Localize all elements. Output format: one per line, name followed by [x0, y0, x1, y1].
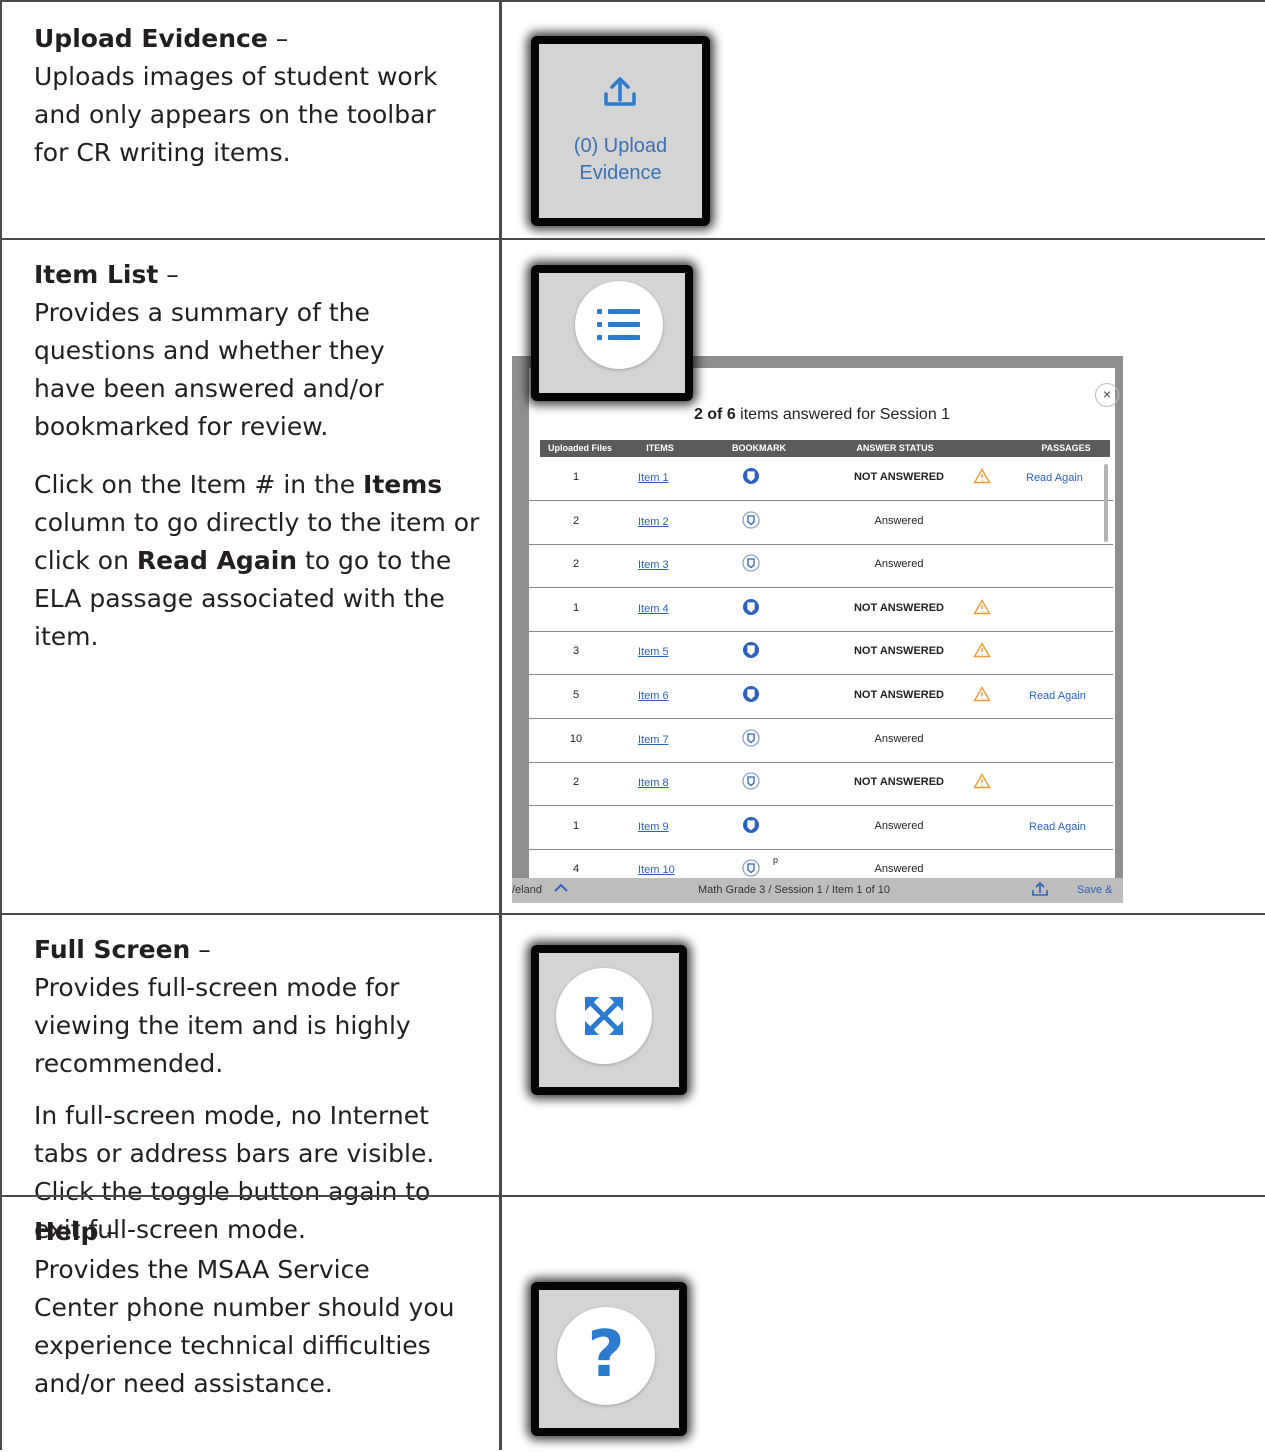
- scrollbar[interactable]: [1104, 464, 1108, 542]
- item-list-button-image: [531, 265, 693, 401]
- bookmark-icon[interactable]: [742, 728, 760, 747]
- list-icon: [597, 309, 640, 340]
- header-uploaded-files: Uploaded Files: [547, 443, 612, 453]
- read-again-link[interactable]: Read Again: [1029, 821, 1086, 833]
- header-passages: PASSAGES: [1041, 443, 1091, 453]
- answered-summary: 2 of 6 items answered for Session 1: [693, 406, 951, 423]
- table-row: 3 Item 5 NOT ANSWERED: [529, 631, 1113, 676]
- answer-status: Answered: [874, 863, 924, 876]
- warning-icon: [973, 468, 991, 484]
- row-title: Upload Evidence: [34, 24, 268, 53]
- table-row: 1 Item 9 Answered Read Again: [529, 806, 1113, 850]
- uploaded-files-count: 10: [569, 732, 583, 745]
- answer-status: Answered: [874, 558, 924, 571]
- warning-icon: [973, 642, 991, 658]
- answer-status: NOT ANSWERED: [853, 601, 945, 614]
- save-button[interactable]: Save &: [1077, 884, 1112, 896]
- row-title: Item List: [34, 260, 159, 289]
- upload-label-count: (0) Upload: [573, 135, 668, 157]
- answer-status: Answered: [874, 514, 924, 527]
- table-row: 2 Item 3 Answered: [529, 544, 1113, 589]
- header-bookmark: BOOKMARK: [732, 443, 786, 453]
- item-link[interactable]: Item 4: [638, 603, 669, 615]
- upload-icon[interactable]: [1031, 881, 1049, 897]
- table-row-help: Help – Provides the MSAA Service Center …: [0, 1195, 1265, 1452]
- bookmark-icon[interactable]: [742, 598, 760, 616]
- help-button-image: ?: [531, 1282, 687, 1436]
- warning-icon: [973, 598, 991, 614]
- help-description: Help – Provides the MSAA Service Center …: [34, 1217, 455, 1398]
- answer-status: NOT ANSWERED: [853, 471, 945, 483]
- uploaded-files-count: 1: [572, 471, 580, 483]
- read-again-link[interactable]: Read Again: [1029, 690, 1086, 702]
- item-list-description: Item List – Provides a summary of the qu…: [34, 260, 480, 651]
- table-row-upload-evidence: Upload Evidence – Uploads images of stud…: [0, 0, 1265, 240]
- bookmark-icon[interactable]: [742, 467, 760, 485]
- answer-status: Answered: [874, 819, 924, 832]
- bookmark-icon[interactable]: [742, 554, 760, 572]
- close-button[interactable]: ×: [1095, 383, 1119, 407]
- header-items: ITEMS: [646, 443, 674, 453]
- warning-icon: [973, 773, 991, 789]
- floating-letter: p: [773, 855, 779, 865]
- bookmark-icon[interactable]: [742, 641, 760, 659]
- upload-evidence-button-image: (0) Upload Evidence: [531, 36, 710, 226]
- item-link[interactable]: Item 10: [638, 864, 675, 876]
- bookmark-icon[interactable]: [742, 510, 760, 529]
- item-table-header: Uploaded Files ITEMS BOOKMARK ANSWER STA…: [540, 440, 1110, 457]
- chevron-up-icon[interactable]: [552, 880, 570, 896]
- upload-icon: [604, 77, 636, 106]
- test-footer-bar: /eland Math Grade 3 / Session 1 / Item 1…: [512, 878, 1123, 903]
- table-row: 1 Item 1 NOT ANSWERED Read Again: [529, 457, 1113, 501]
- uploaded-files-count: 4: [572, 863, 580, 876]
- header-answer-status: ANSWER STATUS: [856, 443, 934, 453]
- read-again-link[interactable]: Read Again: [1026, 472, 1083, 484]
- item-link[interactable]: Item 9: [638, 821, 669, 833]
- answer-status: NOT ANSWERED: [853, 689, 945, 701]
- uploaded-files-count: 2: [572, 514, 580, 527]
- item-link[interactable]: Item 1: [638, 472, 669, 484]
- answer-status: NOT ANSWERED: [853, 645, 945, 658]
- bookmark-icon[interactable]: [742, 772, 760, 790]
- table-row: 2 Item 2 Answered: [529, 501, 1113, 545]
- table-row: 1 Item 4 NOT ANSWERED: [529, 588, 1113, 632]
- uploaded-files-count: 5: [572, 689, 580, 701]
- item-link[interactable]: Item 2: [638, 516, 669, 528]
- table-row: 10 Item 7 Answered: [529, 719, 1113, 763]
- answer-status: Answered: [874, 732, 924, 745]
- item-list-popup: × 2 of 6 items answered for Session 1 Up…: [529, 368, 1119, 894]
- uploaded-files-count: 2: [572, 558, 580, 571]
- warning-icon: [973, 686, 991, 702]
- help-circle: ?: [557, 1307, 655, 1405]
- uploaded-files-count: 1: [572, 601, 580, 614]
- item-link[interactable]: Item 8: [638, 777, 669, 789]
- table-row: 5 Item 6 NOT ANSWERED Read Again: [529, 675, 1113, 719]
- bookmark-icon[interactable]: [742, 685, 760, 703]
- full-screen-button-image: [531, 945, 687, 1095]
- item-link[interactable]: Item 6: [638, 690, 669, 702]
- row-title: Help: [34, 1217, 99, 1246]
- full-screen-circle: [556, 968, 652, 1064]
- row-title: Full Screen: [34, 935, 191, 964]
- breadcrumb: Math Grade 3 / Session 1 / Item 1 of 10: [698, 884, 890, 896]
- uploaded-files-count: 1: [572, 819, 580, 832]
- fullscreen-icon: [584, 996, 624, 1036]
- help-icon: ?: [587, 1318, 625, 1392]
- uploaded-files-count: 2: [572, 776, 580, 789]
- upload-evidence-description: Upload Evidence – Uploads images of stud…: [34, 24, 438, 167]
- uploaded-files-count: 3: [572, 645, 580, 658]
- table-row: 2 Item 8 NOT ANSWERED: [529, 762, 1113, 807]
- item-link[interactable]: Item 7: [638, 734, 669, 746]
- bookmark-icon[interactable]: [742, 816, 760, 834]
- item-list-screenshot: × 2 of 6 items answered for Session 1 Up…: [512, 356, 1123, 903]
- table-row-full-screen: Full Screen – Provides full-screen mode …: [0, 913, 1265, 1244]
- item-list-circle: [575, 281, 663, 369]
- upload-label-evidence: Evidence: [579, 162, 662, 184]
- item-link[interactable]: Item 5: [638, 646, 669, 658]
- bookmark-icon[interactable]: [742, 859, 760, 878]
- item-link[interactable]: Item 3: [638, 559, 669, 571]
- answer-status: NOT ANSWERED: [853, 776, 945, 789]
- footer-left-label: /eland: [512, 884, 542, 896]
